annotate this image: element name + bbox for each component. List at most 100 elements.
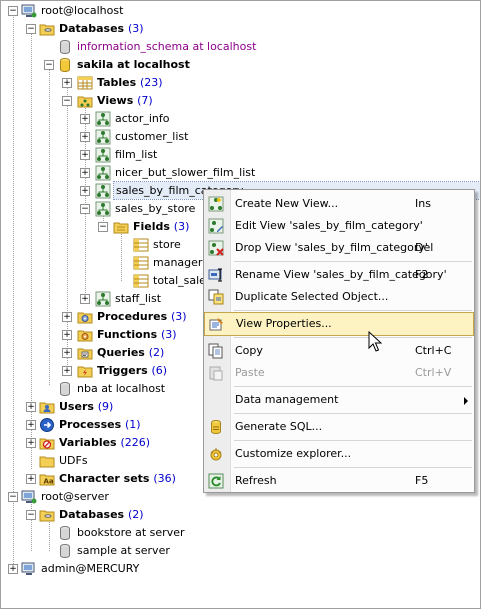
menu-item-label: Create New View... — [235, 197, 339, 210]
menu-separator — [234, 386, 472, 387]
node-count: (3) — [160, 328, 177, 341]
users-icon — [39, 402, 55, 414]
menu-item-label: Refresh — [235, 474, 277, 487]
fields-folder-icon — [113, 222, 129, 234]
node-count: (9) — [97, 400, 114, 413]
collapse-icon[interactable]: − — [8, 6, 18, 16]
rename-icon — [208, 268, 222, 282]
collapse-icon[interactable]: − — [62, 96, 72, 106]
tree-line — [49, 69, 50, 385]
tree-line — [13, 15, 14, 570]
menu-item-rename-view[interactable]: Rename View 'sales_by_film_category' F2 — [204, 264, 474, 286]
expand-icon[interactable]: + — [8, 564, 18, 574]
menu-item-drop-view[interactable]: Drop View 'sales_by_film_category' Del — [204, 237, 474, 259]
view-icon — [95, 111, 111, 127]
expand-icon[interactable]: + — [26, 402, 36, 412]
node-label: Functions — [97, 328, 158, 341]
duplicate-icon — [208, 289, 224, 305]
collapse-icon[interactable]: − — [44, 60, 54, 70]
node-label: Procedures — [97, 310, 168, 323]
menu-item-label: Data management — [235, 393, 339, 406]
database-icon — [60, 544, 70, 559]
create-view-icon — [208, 196, 224, 212]
node-label: Processes — [59, 418, 122, 431]
menu-item-shortcut: Del — [415, 241, 434, 254]
menu-item-shortcut: Ctrl+V — [415, 366, 452, 379]
edit-view-icon — [208, 218, 224, 234]
expand-icon[interactable]: + — [80, 150, 90, 160]
menu-separator — [234, 467, 472, 468]
expand-icon[interactable]: + — [26, 438, 36, 448]
menu-item-data-management[interactable]: Data management — [204, 389, 474, 411]
view-icon — [95, 129, 111, 145]
node-count: (2) — [148, 346, 165, 359]
expand-icon[interactable]: + — [62, 312, 72, 322]
node-label: bookstore at server — [77, 526, 185, 539]
expand-icon[interactable]: + — [62, 78, 72, 88]
node-label: admin@MERCURY — [41, 562, 140, 575]
node-label: sakila at localhost — [77, 58, 190, 71]
menu-item-label: Generate SQL... — [235, 420, 323, 433]
node-label: Users — [59, 400, 94, 413]
node-count: (6) — [151, 364, 168, 377]
collapse-icon[interactable]: − — [26, 510, 36, 520]
refresh-icon — [208, 473, 224, 489]
processes-icon — [40, 418, 54, 432]
menu-item-shortcut: F5 — [415, 474, 429, 487]
menu-item-view-properties[interactable]: View Properties... — [204, 312, 474, 336]
collapse-icon[interactable]: − — [8, 492, 18, 502]
menu-item-copy[interactable]: Copy Ctrl+C — [204, 340, 474, 362]
menu-separator — [234, 310, 472, 311]
tree-line — [121, 231, 122, 281]
functions-icon — [77, 330, 93, 342]
node-label: information_schema at localhost — [77, 40, 257, 53]
node-count: (3) — [173, 220, 190, 233]
node-label: Views — [97, 94, 134, 107]
expand-icon[interactable]: + — [80, 294, 90, 304]
menu-item-duplicate[interactable]: Duplicate Selected Object... — [204, 286, 474, 308]
menu-item-shortcut: Ins — [415, 197, 431, 210]
expand-icon[interactable]: + — [26, 420, 36, 430]
expand-icon[interactable]: + — [62, 330, 72, 340]
collapse-icon[interactable]: − — [98, 222, 108, 232]
views-folder-icon — [77, 96, 93, 108]
node-label: Triggers — [97, 364, 148, 377]
expand-icon[interactable]: + — [80, 114, 90, 124]
mouse-cursor-icon — [368, 331, 382, 352]
field-icon — [133, 274, 149, 288]
drop-view-icon — [208, 240, 224, 256]
folder-databases-icon — [39, 24, 55, 36]
tree-line — [31, 501, 32, 551]
menu-item-refresh[interactable]: Refresh F5 — [204, 470, 474, 492]
menu-separator — [234, 413, 472, 414]
procedures-icon — [77, 312, 93, 324]
menu-item-edit-view[interactable]: Edit View 'sales_by_film_category' — [204, 215, 474, 237]
node-label: nba at localhost — [77, 382, 166, 395]
menu-item-create-view[interactable]: Create New View... Ins — [204, 193, 474, 215]
menu-item-label: Drop View 'sales_by_film_category' — [235, 241, 428, 254]
node-count: (3) — [171, 310, 187, 323]
database-icon — [60, 526, 70, 541]
paste-icon — [209, 366, 223, 381]
expand-icon[interactable]: + — [80, 186, 90, 196]
expand-icon[interactable]: + — [80, 132, 90, 142]
expand-icon[interactable]: + — [80, 168, 90, 178]
tree-line — [49, 519, 50, 551]
server-icon — [21, 490, 37, 504]
node-label: Databases — [59, 508, 125, 521]
node-label: actor_info — [115, 112, 170, 125]
menu-separator — [234, 337, 472, 338]
expand-icon[interactable]: + — [62, 366, 72, 376]
server-icon — [21, 4, 37, 18]
view-icon — [95, 147, 111, 163]
collapse-icon[interactable]: − — [26, 24, 36, 34]
expand-icon[interactable]: + — [62, 348, 72, 358]
database-icon — [60, 40, 70, 55]
node-count: (7) — [137, 94, 153, 107]
database-active-icon — [60, 58, 70, 73]
menu-item-paste[interactable]: Paste Ctrl+V — [204, 362, 474, 384]
expand-icon[interactable]: + — [26, 474, 36, 484]
menu-item-generate-sql[interactable]: Generate SQL... — [204, 416, 474, 438]
collapse-icon[interactable]: − — [80, 204, 90, 214]
menu-item-customize-explorer[interactable]: Customize explorer... — [204, 443, 474, 465]
